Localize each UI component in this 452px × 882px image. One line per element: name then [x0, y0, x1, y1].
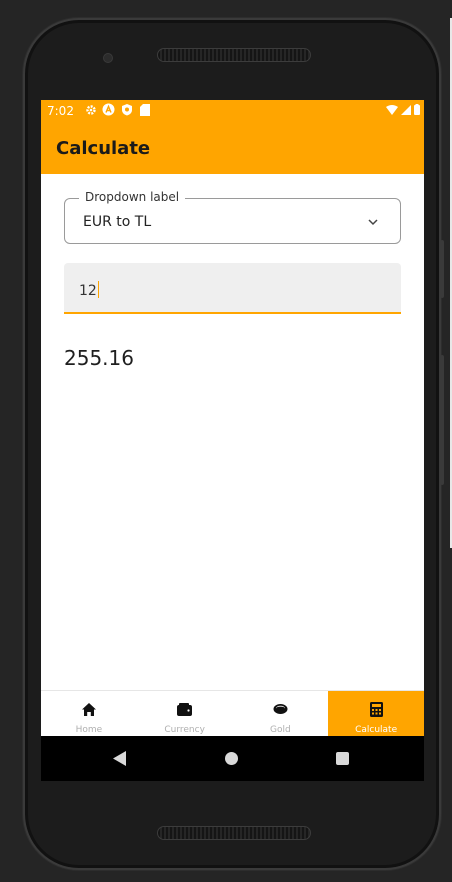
emulator-stage: 7:02 Calculate Dropdown label EUR to TL …	[0, 0, 452, 882]
nav-item-gold[interactable]: Gold	[233, 691, 329, 737]
amount-input[interactable]: 12	[64, 263, 401, 314]
shield-icon	[120, 103, 133, 116]
a-badge-icon	[102, 103, 115, 116]
front-camera	[103, 53, 113, 63]
conversion-result: 255.16	[64, 346, 134, 370]
conversion-dropdown[interactable]: Dropdown label EUR to TL	[64, 190, 401, 244]
status-bar: 7:02	[41, 100, 424, 122]
nav-label-home: Home	[75, 725, 103, 735]
back-icon[interactable]	[113, 751, 127, 766]
nav-item-home[interactable]: Home	[41, 691, 137, 737]
dropdown-selected-value: EUR to TL	[83, 214, 152, 230]
chevron-down-icon	[368, 219, 378, 226]
home-icon	[80, 700, 98, 718]
settings-icon	[84, 103, 97, 116]
nav-item-currency[interactable]: Currency	[137, 691, 233, 737]
nav-label-currency: Currency	[164, 725, 205, 735]
nav-label-calculate: Calculate	[355, 725, 398, 735]
system-icons	[386, 104, 420, 118]
notification-icons	[84, 103, 151, 116]
nav-label-gold: Gold	[270, 725, 291, 735]
bottom-navigation: Home Currency Gold Calculate	[41, 690, 424, 737]
wifi-icon	[386, 104, 398, 118]
phone-screen: 7:02 Calculate Dropdown label EUR to TL …	[41, 100, 424, 781]
earpiece-speaker	[157, 48, 311, 62]
home-button-icon[interactable]	[225, 752, 238, 765]
signal-icon	[401, 104, 411, 118]
text-cursor	[97, 281, 100, 298]
amount-input-value: 12	[79, 283, 97, 299]
calculator-icon	[367, 700, 385, 718]
sd-card-icon	[138, 103, 151, 116]
coin-icon	[271, 700, 289, 718]
wallet-icon	[176, 700, 194, 718]
status-time: 7:02	[47, 104, 74, 118]
nav-item-calculate[interactable]: Calculate	[328, 691, 424, 737]
battery-icon	[414, 104, 420, 118]
page-title: Calculate	[56, 138, 151, 159]
app-bar: Calculate	[41, 122, 424, 174]
power-button[interactable]	[440, 355, 444, 485]
system-navigation-bar	[41, 736, 424, 781]
dropdown-label: Dropdown label	[79, 190, 186, 204]
recent-apps-icon[interactable]	[336, 752, 349, 765]
bottom-speaker	[157, 826, 311, 840]
volume-button[interactable]	[440, 240, 444, 298]
amount-input-text: 12	[79, 281, 100, 299]
